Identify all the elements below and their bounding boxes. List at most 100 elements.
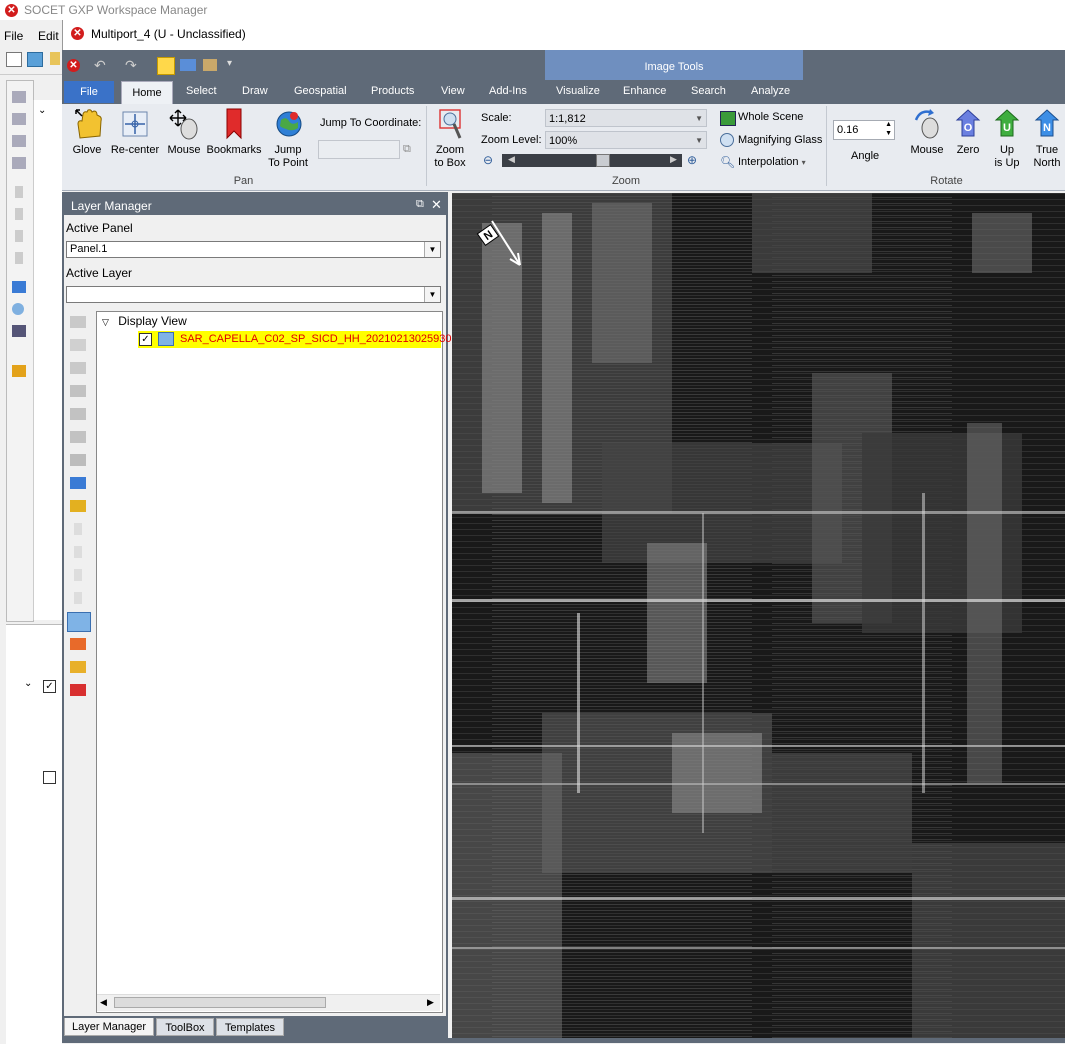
- tab-templates[interactable]: Templates: [216, 1018, 284, 1036]
- scroll-left-icon[interactable]: ◀: [100, 997, 107, 1008]
- zoom-in-icon[interactable]: ⊕: [687, 153, 697, 167]
- scrollbar-thumb[interactable]: [114, 997, 326, 1008]
- tab-enhance[interactable]: Enhance: [623, 85, 666, 101]
- outer-menu-edit[interactable]: Edit: [38, 29, 59, 43]
- float-panel-icon[interactable]: ⧉: [416, 198, 424, 211]
- horizontal-scrollbar[interactable]: ◀ ▶: [97, 994, 440, 1011]
- up-is-up-button[interactable]: Up is Up: [988, 144, 1026, 170]
- interpolation-button[interactable]: Interpolation ▾: [738, 156, 806, 168]
- layer-stack-icon[interactable]: [70, 385, 86, 397]
- jump-coordinate-input[interactable]: [318, 140, 400, 159]
- chevron-down-icon[interactable]: ⌄: [38, 105, 46, 116]
- layout-icon[interactable]: [27, 52, 43, 67]
- zoom-level-combo[interactable]: 100% ▼: [545, 131, 707, 149]
- zoom-slider-thumb[interactable]: [596, 154, 610, 167]
- vector-tool-icon[interactable]: [70, 661, 86, 673]
- arrow-down-icon[interactable]: [74, 569, 82, 581]
- scroll-right-icon[interactable]: ▶: [427, 997, 434, 1008]
- tree-node-display-view[interactable]: ▽ Display View: [102, 314, 187, 328]
- workspace-toolstrip: [6, 80, 34, 622]
- layer-visibility-icon[interactable]: [67, 612, 91, 632]
- mouse-pan-button[interactable]: Mouse: [164, 144, 204, 157]
- tab-addins[interactable]: Add-Ins: [489, 85, 527, 101]
- tab-search[interactable]: Search: [691, 85, 726, 101]
- tab-products[interactable]: Products: [371, 85, 414, 101]
- checkbox-unchecked[interactable]: [43, 771, 56, 784]
- tab-layer-manager[interactable]: Layer Manager: [64, 1018, 154, 1036]
- arrow-up-icon[interactable]: [15, 208, 23, 220]
- layer-stack-icon[interactable]: [70, 431, 86, 443]
- spin-arrows-icon[interactable]: ▲ ▼: [885, 120, 892, 138]
- list-icon[interactable]: [12, 113, 26, 125]
- arrow-up-icon[interactable]: [74, 546, 82, 558]
- jump-to-point-button[interactable]: Jump To Point: [264, 144, 312, 170]
- grid-icon[interactable]: [12, 91, 26, 103]
- tab-draw[interactable]: Draw: [242, 85, 268, 101]
- tab-geospatial[interactable]: Geospatial: [294, 85, 347, 101]
- layer-group-icon[interactable]: [70, 362, 86, 374]
- vector-tool-icon[interactable]: [70, 638, 86, 650]
- scale-combo[interactable]: 1:1,812 ▼: [545, 109, 707, 127]
- image-viewport[interactable]: N: [452, 193, 1065, 1038]
- redo-icon[interactable]: ↷: [125, 57, 137, 74]
- bookmarks-button[interactable]: Bookmarks: [206, 144, 262, 157]
- app-close-icon[interactable]: ✕: [5, 4, 18, 17]
- glove-button[interactable]: Glove: [70, 144, 104, 157]
- recenter-button[interactable]: Re-center: [110, 144, 160, 157]
- table-icon[interactable]: [12, 281, 26, 293]
- tools-icon[interactable]: [203, 59, 217, 71]
- close-view-icon[interactable]: ✕: [67, 59, 80, 72]
- zoom-to-box-button[interactable]: Zoom to Box: [430, 144, 470, 170]
- close-icon[interactable]: ✕: [431, 197, 442, 213]
- arrow-down-icon[interactable]: [74, 592, 82, 604]
- zoom-slider[interactable]: ◀ ▶: [502, 154, 682, 167]
- tab-visualize[interactable]: Visualize: [556, 85, 600, 101]
- arrow-down-icon[interactable]: [15, 230, 23, 242]
- tree-node-layer[interactable]: ✓ SAR_CAPELLA_C02_SP_SICD_HH_20210213025…: [138, 331, 452, 348]
- active-layer-select[interactable]: ▼: [66, 286, 441, 303]
- arrow-up-icon[interactable]: [15, 186, 23, 198]
- true-north-button[interactable]: True North: [1028, 144, 1065, 170]
- tab-analyze[interactable]: Analyze: [751, 85, 790, 101]
- zero-button[interactable]: Zero: [950, 144, 986, 157]
- new-workspace-icon[interactable]: [6, 52, 22, 67]
- magnifying-glass-button[interactable]: Magnifying Glass: [738, 134, 822, 146]
- vector-tool-icon[interactable]: [70, 684, 86, 696]
- layer-blue-icon[interactable]: [70, 477, 86, 489]
- layer-props-icon[interactable]: [70, 339, 86, 351]
- active-panel-select[interactable]: Panel.1 ▼: [66, 241, 441, 258]
- zoom-out-icon[interactable]: ⊖: [483, 153, 493, 167]
- select-mode-icon[interactable]: [157, 57, 175, 75]
- chevron-down-icon[interactable]: ▽: [102, 317, 109, 327]
- tab-view[interactable]: View: [441, 85, 465, 101]
- layer-visibility-checkbox[interactable]: ✓: [139, 333, 152, 346]
- sar-image: N: [452, 193, 1065, 1038]
- coordinate-go-icon[interactable]: ⧉: [403, 143, 418, 156]
- grid-icon[interactable]: [12, 157, 26, 169]
- multiport-close-icon[interactable]: ✕: [71, 27, 84, 40]
- layers-icon[interactable]: [180, 59, 196, 71]
- layer-stack-icon[interactable]: [70, 408, 86, 420]
- tab-file[interactable]: File: [64, 81, 114, 103]
- arrow-down-icon[interactable]: [15, 252, 23, 264]
- layer-edit-icon[interactable]: [70, 454, 86, 466]
- search-icon[interactable]: [12, 303, 24, 315]
- tab-home[interactable]: Home: [121, 81, 173, 105]
- chevron-down-icon[interactable]: ⌄: [24, 678, 32, 689]
- whole-scene-button[interactable]: Whole Scene: [738, 111, 803, 123]
- layer-up-icon[interactable]: [70, 316, 86, 328]
- checkbox-checked[interactable]: ✓: [43, 680, 56, 693]
- outer-menu-file[interactable]: File: [4, 29, 23, 43]
- customize-dropdown-icon[interactable]: ▾: [227, 58, 232, 69]
- tab-toolbox[interactable]: ToolBox: [156, 1018, 214, 1036]
- rotate-mouse-button[interactable]: Mouse: [906, 144, 948, 157]
- tab-select[interactable]: Select: [186, 85, 217, 101]
- layer-import-icon[interactable]: [70, 500, 86, 512]
- arrow-up-icon[interactable]: [74, 523, 82, 535]
- sort-icon[interactable]: [12, 325, 26, 337]
- folder-icon[interactable]: [50, 52, 60, 65]
- angle-spinbox[interactable]: 0.16 ▲ ▼: [833, 120, 895, 140]
- undo-icon[interactable]: ↶: [94, 57, 106, 74]
- list-icon[interactable]: [12, 135, 26, 147]
- import-icon[interactable]: [12, 365, 26, 377]
